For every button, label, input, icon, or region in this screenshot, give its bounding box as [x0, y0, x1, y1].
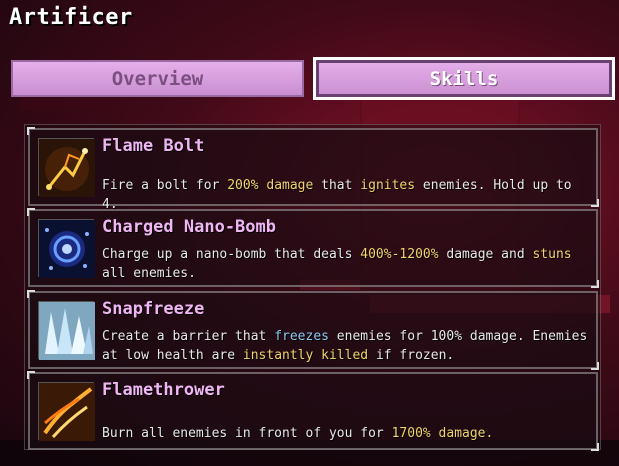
skill-description: Burn all enemies in front of you for 170…	[102, 424, 590, 443]
freeze-highlight: freezes	[274, 329, 329, 344]
tab-skills[interactable]: Skills	[313, 57, 615, 100]
skill-card-snapfreeze[interactable]: Snapfreeze Create a barrier that freezes…	[27, 290, 599, 370]
skill-name: Flame Bolt	[102, 136, 205, 156]
skill-card-charged-nano-bomb[interactable]: Charged Nano-Bomb Charge up a nano-bomb …	[27, 208, 599, 288]
description-text: Burn all enemies in front of you for	[102, 426, 392, 441]
flamethrower-icon	[38, 382, 95, 441]
description-text: Charge up a nano-bomb that deals	[102, 247, 361, 262]
tab-overview[interactable]: Overview	[11, 60, 304, 97]
skill-name: Flamethrower	[102, 380, 225, 400]
damage-highlight: 1700% damage.	[391, 426, 494, 441]
damage-highlight: instantly killed	[242, 348, 369, 363]
skill-card-flame-bolt[interactable]: Flame Bolt Fire a bolt for 200% damage t…	[27, 127, 599, 212]
description-text: damage and	[438, 247, 533, 262]
skill-card-flamethrower[interactable]: Flamethrower Burn all enemies in front o…	[27, 371, 599, 451]
damage-highlight: ignites	[360, 178, 416, 193]
description-text: all enemies.	[102, 266, 196, 281]
description-text: if frozen.	[368, 348, 455, 363]
damage-highlight: 400%-1200%	[360, 247, 439, 262]
snapfreeze-icon	[38, 301, 95, 360]
tab-skills-label: Skills	[429, 67, 499, 90]
damage-highlight: 200% damage	[227, 178, 314, 193]
nano-bomb-icon	[38, 219, 95, 278]
skill-name: Snapfreeze	[102, 299, 205, 319]
description-text: that	[313, 178, 361, 193]
skill-description: Create a barrier that freezes enemies fo…	[102, 327, 590, 365]
damage-highlight: stuns	[532, 247, 572, 262]
skill-description: Charge up a nano-bomb that deals 400%-12…	[102, 245, 590, 283]
description-text: Fire a bolt for	[102, 178, 228, 193]
tab-overview-label: Overview	[111, 67, 204, 90]
skill-name: Charged Nano-Bomb	[102, 217, 276, 237]
flame-bolt-icon	[38, 138, 95, 197]
character-title: Artificer	[9, 5, 133, 30]
description-text: Create a barrier that	[102, 329, 275, 344]
